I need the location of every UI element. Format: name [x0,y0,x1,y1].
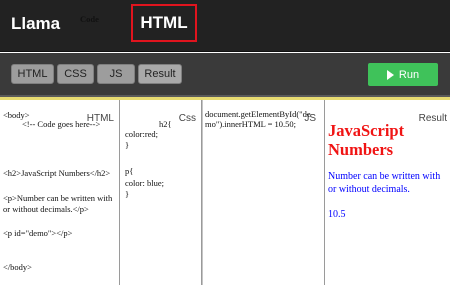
tab-html[interactable]: HTML [11,64,54,84]
nav-item-llama[interactable]: Llama [11,14,60,34]
nav-item-code[interactable]: Code [80,14,99,24]
js-code-line: mo").innerHTML = 10.50; [205,119,297,129]
pane-divider [202,100,203,285]
html-code-line: <h2>JavaScript Numbers</h2> [3,168,111,178]
html-code-line: </body> [3,262,32,272]
editor-panes: HTML <body> <!-- Code goes here--> <h2>J… [0,97,450,285]
result-paragraph: Number can be written with or without de… [328,171,441,195]
tab-js[interactable]: JS [97,64,135,84]
play-icon [386,69,394,80]
result-demo-output: 10.5 [328,209,346,220]
tab-result[interactable]: Result [138,64,182,84]
run-button-label: Run [398,68,420,81]
css-pane-label: Css [178,113,196,124]
js-editor-pane[interactable]: JS document.getElementById("de mo").inne… [202,100,325,285]
html-editor-pane[interactable]: HTML <body> <!-- Code goes here--> <h2>J… [0,100,120,285]
html-code-line: <!-- Code goes here--> [22,119,101,129]
js-code-line: document.getElementById("de [205,109,311,119]
css-editor-pane[interactable]: Css h2{ color:red; } p{ color: blue; } [120,100,202,285]
css-code-line: color: blue; [125,178,164,188]
css-code-line: h2{ [159,119,172,129]
css-code-line: } [125,140,130,150]
result-heading: JavaScript Numbers [328,121,405,159]
css-code-line: color:red; [125,129,159,139]
editor-toolbar: HTML CSS JS Result Run [0,53,450,97]
css-code-line: } [125,189,130,199]
top-nav-bar: Llama Code HTML [0,0,450,52]
run-button[interactable]: Run [368,63,438,86]
tab-css[interactable]: CSS [57,64,94,84]
html-code-line: or without decimals.</p> [3,204,89,214]
css-code-line: p{ [125,166,134,176]
html-code-line: <p id="demo"></p> [3,228,73,238]
result-pane: Result JavaScript Numbers Number can be … [325,100,450,285]
nav-item-html-active[interactable]: HTML [131,4,197,42]
html-code-line: <p>Number can be written with [3,193,113,203]
